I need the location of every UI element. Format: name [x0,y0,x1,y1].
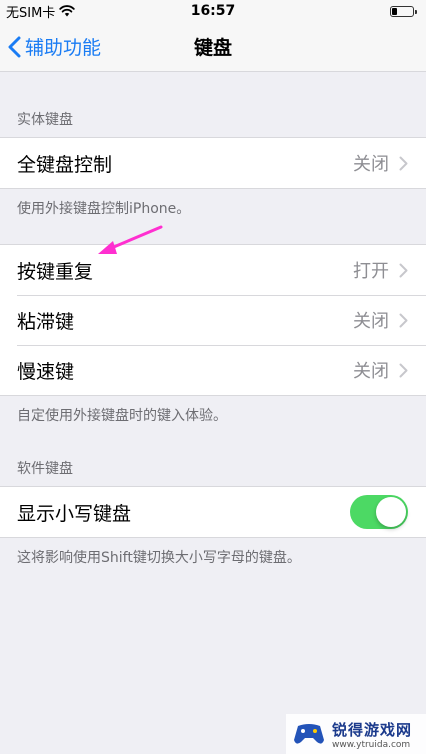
row-sticky-keys[interactable]: 粘滞键 关闭 [0,295,426,345]
section-footer-key-settings: 自定使用外接键盘时的键入体验。 [17,408,227,424]
row-slow-keys[interactable]: 慢速键 关闭 [0,345,426,395]
row-value-group: 关闭 [353,357,408,383]
chevron-right-icon [399,156,408,170]
row-label: 全键盘控制 [17,153,113,176]
status-left: 无SIM卡 [6,2,76,21]
row-show-lowercase-keys: 显示小写键盘 [0,487,426,537]
row-label: 显示小写键盘 [17,502,132,525]
annotation-arrow-icon [98,225,163,254]
group-software-keyboard: 显示小写键盘 [0,486,426,538]
status-bar: 无SIM卡 16:57 [0,0,426,22]
wifi-icon [59,5,76,17]
row-value-group: 打开 [353,257,408,283]
back-button[interactable]: 辅助功能 [0,33,101,60]
watermark-name: 锐得游戏网 [332,720,413,739]
row-value: 打开 [353,261,389,282]
chevron-right-icon [399,313,408,327]
row-label: 慢速键 [17,360,75,383]
carrier-label: 无SIM卡 [6,5,56,21]
row-value: 关闭 [353,154,389,175]
row-value: 关闭 [353,311,389,332]
back-label: 辅助功能 [25,37,102,59]
chevron-left-icon [8,36,21,57]
battery-icon [390,5,417,17]
nav-bar: 辅助功能 键盘 [0,22,426,72]
group-physical-keyboard: 全键盘控制 关闭 [0,137,426,189]
section-header-software: 软件键盘 [17,461,73,477]
row-label: 按键重复 [17,260,94,283]
row-full-keyboard-control[interactable]: 全键盘控制 关闭 [0,138,426,188]
watermark-url: www.ytruida.com [332,739,411,750]
toggle-knob [376,497,406,527]
chevron-right-icon [399,363,408,377]
section-footer-physical: 使用外接键盘控制iPhone。 [17,201,191,217]
watermark-text: 锐得游戏网 www.ytruida.com [332,719,412,750]
lowercase-toggle[interactable] [350,495,408,529]
row-value: 关闭 [353,361,389,382]
row-value-group: 关闭 [353,150,408,176]
row-key-repeat[interactable]: 按键重复 打开 [0,245,426,295]
chevron-right-icon [399,263,408,277]
gamepad-logo-icon [294,724,324,744]
section-footer-software: 这将影响使用Shift键切换大小写字母的键盘。 [17,550,301,566]
watermark: 锐得游戏网 www.ytruida.com [286,714,426,754]
group-key-settings: 按键重复 打开 粘滞键 关闭 慢速键 关闭 [0,244,426,396]
row-value-group: 关闭 [353,307,408,333]
section-header-physical: 实体键盘 [17,112,73,128]
row-label: 粘滞键 [17,310,75,333]
